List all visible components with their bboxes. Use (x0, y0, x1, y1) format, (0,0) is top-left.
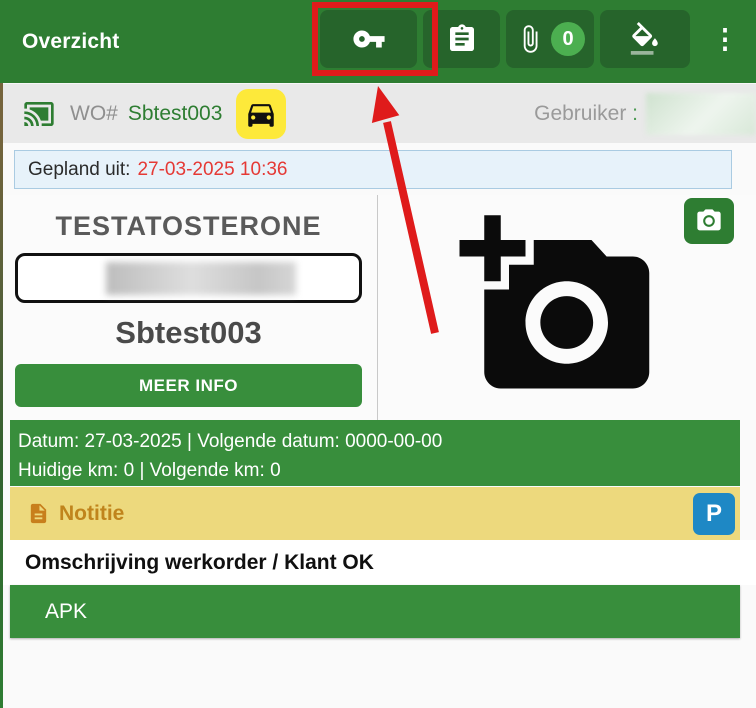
key-icon (352, 22, 386, 56)
description-row: Omschrijving werkorder / Klant OK (0, 540, 756, 585)
vehicle-name: TESTATOSTERONE (55, 211, 322, 241)
maintenance-dates-line: Datum: 27-03-2025 | Volgende datum: 0000… (18, 431, 443, 452)
paperclip-icon (515, 24, 545, 54)
photo-column (378, 195, 756, 420)
workorder-bar: WO# Sbtest003 Gebruiker : (0, 83, 756, 143)
wo-number-label: WO# (70, 101, 118, 125)
camera-button[interactable] (684, 198, 734, 244)
camera-icon (695, 207, 723, 235)
description-title: Omschrijving werkorder / Klant OK (25, 550, 374, 574)
attachment-count-badge: 0 (551, 22, 585, 56)
app-header: Overzicht 0 ⋮ (0, 0, 756, 83)
header-toolbar: 0 ⋮ (320, 10, 742, 68)
screen-left-edge (0, 83, 3, 708)
user-label: Gebruiker : (534, 101, 638, 125)
planned-out-box: Gepland uit: 27-03-2025 10:36 (14, 150, 732, 189)
workorder-code: Sbtest003 (115, 315, 262, 350)
add-photo-icon[interactable] (456, 207, 661, 408)
vehicle-section: TESTATOSTERONE Sbtest003 MEER INFO (0, 195, 756, 420)
vehicle-button[interactable] (236, 88, 287, 139)
car-icon (244, 97, 278, 131)
user-name-redacted (646, 92, 756, 135)
paint-fill-icon (628, 22, 662, 56)
note-document-icon (27, 502, 50, 525)
parts-button[interactable]: P (693, 493, 735, 535)
overflow-menu-icon[interactable]: ⋮ (708, 10, 742, 68)
vehicle-info-column: TESTATOSTERONE Sbtest003 MEER INFO (0, 195, 378, 420)
cast-icon (20, 98, 58, 130)
task-label: APK (45, 599, 88, 623)
paint-button[interactable] (600, 10, 690, 68)
maintenance-km-line: Huidige km: 0 | Volgende km: 0 (18, 460, 281, 481)
planned-out-label: Gepland uit: (28, 158, 131, 180)
task-row-apk[interactable]: APK (10, 585, 740, 638)
checklist-button[interactable] (423, 10, 500, 68)
license-plate-redacted (105, 261, 296, 295)
planned-out-datetime: 27-03-2025 10:36 (137, 158, 288, 180)
wo-number-value: Sbtest003 (127, 101, 223, 125)
attachments-button[interactable]: 0 (506, 10, 594, 68)
license-plate-field[interactable] (15, 253, 362, 303)
key-button[interactable] (320, 10, 417, 68)
note-label: Notitie (59, 501, 125, 525)
note-bar[interactable]: Notitie P (10, 487, 740, 540)
maintenance-info-bar: Datum: 27-03-2025 | Volgende datum: 0000… (10, 420, 740, 486)
clipboard-icon (446, 23, 478, 55)
more-info-button[interactable]: MEER INFO (15, 364, 362, 407)
page-title: Overzicht (22, 29, 120, 53)
